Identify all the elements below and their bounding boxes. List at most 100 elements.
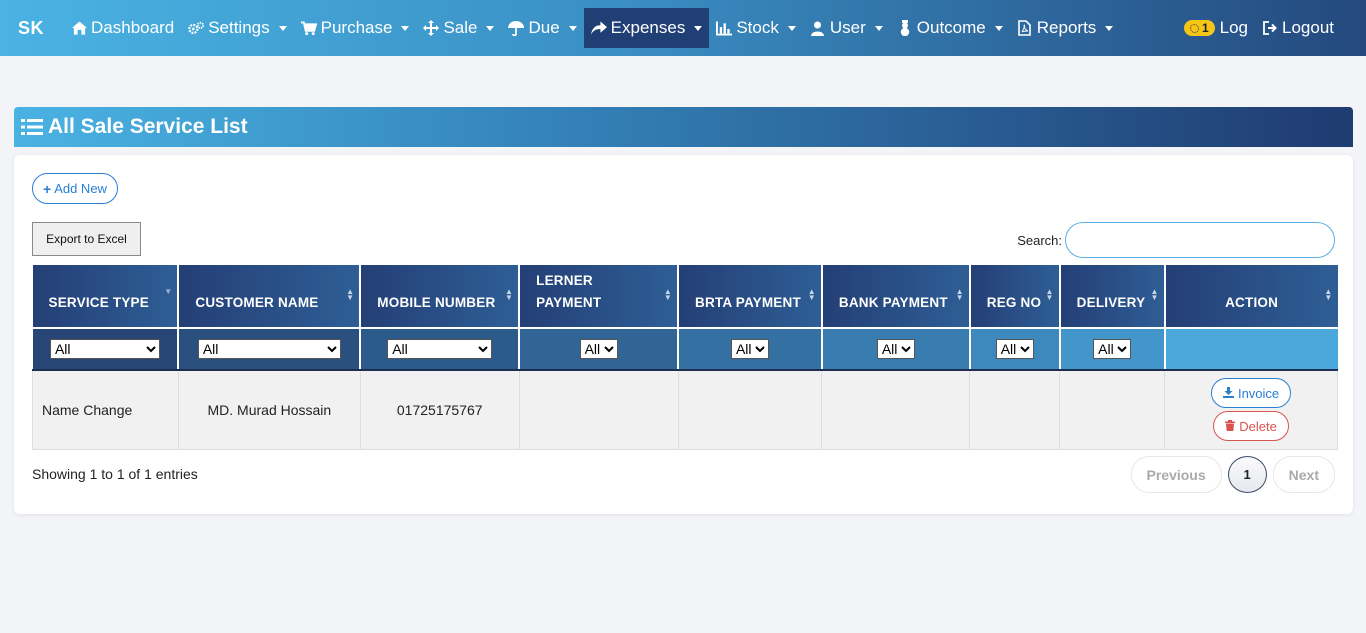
nav-logout[interactable]: Logout [1255,9,1341,47]
col-label: DELIVERY [1076,295,1146,310]
col-label: SERVICE TYPE [48,295,149,310]
cell-bank-payment [821,370,971,450]
sort-icon: ▲ ▼ [1324,287,1333,302]
nav-stock[interactable]: Stock [709,9,803,47]
filter-service-type[interactable]: All [49,339,160,359]
col-label: REG NO [986,295,1042,310]
next-button[interactable]: Next [1272,456,1335,493]
invoice-button[interactable]: Invoice [1210,378,1292,409]
col-action[interactable]: ACTION ▲ ▼ [1164,265,1338,328]
log-badge-count: 1 [1201,21,1209,35]
col-lerner-payment[interactable]: LERNER PAYMENT ▲ ▼ [519,265,679,328]
nav-settings[interactable]: Settings [181,9,293,47]
home-icon [71,20,87,36]
col-label: LERNER PAYMENT [536,273,602,310]
nav-purchase[interactable]: Purchase [294,9,417,47]
delete-label: Delete [1239,418,1277,434]
col-customer-name[interactable]: CUSTOMER NAME ▲ ▼ [178,265,362,328]
page-1-button[interactable]: 1 [1227,456,1267,493]
nav-user[interactable]: User [803,9,890,47]
delete-button[interactable]: Delete [1213,411,1289,442]
col-service-type[interactable]: SERVICE TYPE ▼ [32,265,180,328]
cart-icon [300,20,317,36]
sort-icon: ▲ ▼ [955,287,964,302]
col-label: MOBILE NUMBER [377,295,496,310]
filter-reg-no[interactable]: All [995,339,1034,359]
nav-label: Outcome [916,18,986,37]
pdf-file-icon [1017,20,1033,36]
nav-label: Settings [208,18,270,37]
nav-label: Dashboard [91,18,175,37]
cell-service-type: Name Change [32,370,179,450]
cell-customer-name: MD. Murad Hossain [178,370,361,450]
sort-icon: ▲ ▼ [1150,287,1159,302]
filter-mobile-number[interactable]: All [387,339,493,359]
col-label: BANK PAYMENT [838,295,948,310]
nav-outcome[interactable]: Outcome [890,9,1010,47]
col-brta-payment[interactable]: BRTA PAYMENT ▲ ▼ [678,265,823,328]
bar-chart-icon [716,20,733,36]
filter-cell: All [821,327,971,371]
caret-down-icon [787,25,796,31]
filter-lerner-payment[interactable]: All [579,339,618,359]
search-input[interactable] [1065,222,1335,258]
search-box: Search: [1017,222,1335,258]
snowman-icon [897,20,913,36]
caret-down-icon [486,25,495,31]
nav-label: Reports [1036,18,1097,37]
nav-logout-label: Logout [1282,18,1334,37]
action-buttons: Invoice Delete [1165,378,1337,442]
filter-cell: All [678,327,823,371]
caret-down-icon [568,25,577,31]
sort-icon: ▲ ▼ [505,287,514,302]
nav-dashboard[interactable]: Dashboard [64,9,181,47]
filter-customer-name[interactable]: All [197,339,341,359]
filter-bank-payment[interactable]: All [876,339,915,359]
col-reg-no[interactable]: REG NO ▲ ▼ [969,265,1061,328]
spinner-icon [1189,23,1199,33]
table-row: Name Change MD. Murad Hossain 0172517576… [32,370,1338,450]
cell-brta-payment [678,370,823,450]
sort-icon: ▲ ▼ [1045,287,1054,302]
service-table: SERVICE TYPE ▼ CUSTOMER NAME ▲ ▼ MOBILE NUM… [32,265,1338,450]
sort-icon: ▲ ▼ [663,287,672,302]
table-info: Showing 1 to 1 of 1 entries [32,466,198,482]
nav-label: User [829,18,866,37]
nav-label: Stock [736,18,779,37]
col-bank-payment[interactable]: BANK PAYMENT ▲ ▼ [821,265,971,328]
nav-due[interactable]: Due [501,9,583,47]
cell-action: Invoice Delete [1164,370,1338,450]
col-label: CUSTOMER NAME [195,295,319,310]
nav-reports[interactable]: Reports [1010,9,1121,47]
nav-log-label: Log [1219,18,1248,37]
umbrella-icon [508,20,525,36]
filter-delivery[interactable]: All [1093,339,1132,359]
invoice-label: Invoice [1237,385,1280,401]
share-arrow-icon [590,20,607,36]
log-badge: 1 [1183,20,1215,36]
filter-cell: All [1059,327,1166,371]
caret-down-icon [694,25,703,31]
brand-logo[interactable]: SK [18,18,44,39]
cell-mobile: 01725175767 [360,370,520,450]
col-label: BRTA PAYMENT [695,295,801,310]
col-delivery[interactable]: DELIVERY ▲ ▼ [1059,265,1166,328]
nav-expenses[interactable]: Expenses [583,8,710,48]
nav-right: 1 Log Logout [1177,9,1341,47]
pagination: Previous 1 Next [1130,456,1335,493]
filter-brta-payment[interactable]: All [730,339,769,359]
filter-cell: All [519,327,679,371]
caret-down-icon [1105,25,1114,31]
previous-button[interactable]: Previous [1130,456,1222,493]
col-label: ACTION [1225,295,1279,310]
user-icon [810,20,826,36]
download-icon [1222,386,1234,401]
export-excel-button[interactable]: Export to Excel [32,222,141,256]
nav-sale[interactable]: Sale [416,9,501,47]
gears-icon [188,20,205,36]
col-mobile-number[interactable]: MOBILE NUMBER ▲ ▼ [360,265,521,328]
nav-log[interactable]: 1 Log [1177,9,1255,47]
page-title: All Sale Service List [48,115,248,138]
cell-lerner-payment [519,370,679,450]
add-new-button[interactable]: + Add New [32,173,118,204]
